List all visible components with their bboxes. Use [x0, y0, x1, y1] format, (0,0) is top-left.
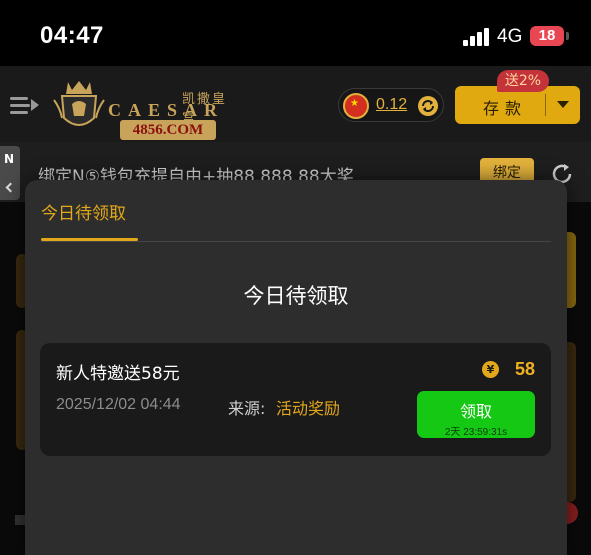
- reward-timestamp: 2025/12/02 04:44: [56, 396, 181, 413]
- network-type: 4G: [497, 26, 523, 47]
- chevron-down-icon[interactable]: [557, 101, 569, 108]
- tab-divider: [41, 241, 551, 242]
- balance-value[interactable]: 0.12: [376, 96, 407, 114]
- tab-today-pending[interactable]: 今日待领取: [41, 199, 126, 224]
- modal-title: 今日待领取: [243, 284, 349, 308]
- status-bar: 04:47 4G 18: [0, 0, 591, 66]
- claim-label: 领取: [459, 402, 492, 421]
- battery-cap: [566, 32, 569, 40]
- deposit-label: 存款: [483, 99, 528, 118]
- china-flag-icon: ★: [343, 93, 369, 119]
- caesar-logo[interactable]: 凯撒皇宫 CAESAR 4856.COM: [46, 74, 228, 140]
- reward-amount: 58: [514, 359, 535, 379]
- logo-brand: CAESAR: [108, 100, 225, 120]
- side-drawer-tab[interactable]: N: [0, 146, 20, 200]
- yuan-coin-icon: ¥: [482, 361, 499, 378]
- promo-badge: 送2%: [497, 70, 549, 92]
- reward-title: 新人特邀送58元: [56, 364, 180, 384]
- reward-source-value: 活动奖励: [276, 399, 341, 418]
- status-time: 04:47: [40, 22, 104, 49]
- reward-card: 新人特邀送58元 ¥ 58 2025/12/02 04:44 来源: 活动奖励 …: [40, 343, 551, 456]
- logo-domain: 4856.COM: [120, 120, 216, 140]
- claim-button[interactable]: 领取 2天 23:59:31s: [417, 391, 535, 438]
- pending-rewards-modal: 今日待领取 今日待领取 新人特邀送58元 ¥ 58 2025/12/02 04:…: [25, 180, 567, 555]
- reward-source-label: 来源:: [228, 399, 266, 418]
- refresh-icon[interactable]: [417, 95, 439, 117]
- crest-icon: [53, 81, 105, 126]
- battery-level: 18: [538, 27, 556, 44]
- battery-icon: 18: [530, 26, 564, 46]
- balance-box: ★ 0.12: [338, 88, 444, 122]
- claim-countdown: 2天 23:59:31s: [444, 427, 508, 438]
- chevron-left-icon: [5, 182, 16, 193]
- deposit-divider: [545, 94, 546, 116]
- signal-strength-icon: [463, 28, 491, 46]
- side-drawer-tab-label: N: [4, 152, 15, 166]
- bg-square: [15, 515, 25, 525]
- menu-arrow-icon[interactable]: [10, 94, 40, 116]
